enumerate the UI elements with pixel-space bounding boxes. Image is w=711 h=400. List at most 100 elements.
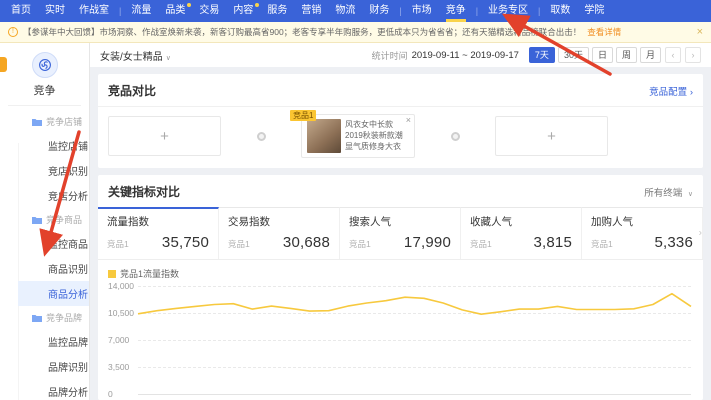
add-product-slot[interactable]: + (108, 116, 221, 156)
nav-item-学院[interactable]: 学院 (577, 0, 611, 22)
range-button-日[interactable]: 日 (591, 47, 613, 63)
stat-time-label: 统计时间 (371, 50, 408, 61)
range-button-月[interactable]: 月 (639, 47, 661, 63)
plus-icon: + (547, 127, 556, 145)
nav-item-服务[interactable]: 服务 (260, 0, 294, 22)
metric-value: 35,750 (161, 234, 209, 251)
nav-item-市场[interactable]: 市场 (405, 0, 439, 22)
category-label: 女装/女士精品 (100, 51, 163, 63)
nav-divider: | (538, 6, 541, 16)
nav-item-流量[interactable]: 流量 (124, 0, 158, 22)
metric-sub-label: 竞品1 (228, 239, 250, 249)
sidebar-item-商品识别[interactable]: 商品识别 (18, 256, 89, 281)
legend-swatch (108, 269, 116, 278)
sidebar-menu: 竞争店铺 监控店铺 竞店识别 竞店分析 竞争商品 监控商品 商品识别 商品分析 竞争品牌 监控品牌… (0, 106, 89, 400)
product-thumbnail (307, 119, 341, 153)
series-竞品1流量指数 (137, 292, 692, 316)
metrics-title: 关键指标对比 (108, 185, 181, 199)
nav-divider: | (475, 6, 479, 16)
nav-divider: | (399, 6, 402, 16)
metric-value: 17,990 (403, 234, 451, 251)
metric-value: 3,815 (533, 234, 572, 251)
next-page-button[interactable]: › (685, 47, 701, 63)
y-axis-label: 7,000 (108, 335, 130, 345)
competition-module-icon (31, 52, 58, 78)
nav-item-品类[interactable]: 品类 (158, 0, 192, 22)
nav-item-取数[interactable]: 取数 (543, 0, 577, 22)
sidebar-title: 竞争 (33, 85, 56, 97)
chevron-right-icon: › (689, 86, 693, 98)
metrics-card: 关键指标对比 所有终端 ∨ 流量指数竞品1 35,750 交易指数 竞品1 30,688… (98, 175, 703, 400)
sidebar-header: 竞争 (0, 43, 89, 106)
folder-icon (32, 118, 42, 126)
metric-sub-label: 竞品1 (349, 239, 371, 249)
compare-header: 竞品对比 竞品配置 › (98, 74, 703, 107)
compare-config-link[interactable]: 竞品配置 › (649, 84, 693, 98)
sidebar-item-监控商品[interactable]: 监控商品 (18, 231, 89, 256)
content: 竞品对比 竞品配置 › + 竞品1 风衣女中长款2019秋装新款潮显气质修身大衣… (90, 67, 711, 400)
metric-line: 竞品1 5,336 (591, 234, 693, 251)
metric-card-搜索人气[interactable]: 搜索人气竞品1 17,990 (340, 207, 461, 259)
nav-item-营销[interactable]: 营销 (294, 0, 328, 22)
app-root: 首页 实时 作战室 | 流量 品类 交易 内容 服务 营销 物流 财务 | 市场 竞争 | 业务专区 | 取数 学院 … (0, 0, 711, 400)
metric-card-加购人气[interactable]: 加购人气 竞品1 5,336 (582, 207, 703, 259)
sidebar-item-品牌识别[interactable]: 品牌识别 (18, 354, 89, 379)
sidebar-group-竞争店铺: 竞争店铺 (0, 110, 89, 133)
metric-sub-label: 竞品1 (107, 239, 129, 249)
sidebar-group-label: 竞争品牌 (46, 313, 83, 323)
nav-item-实时[interactable]: 实时 (38, 0, 72, 22)
badge-dot (255, 3, 260, 7)
nav-item-竞争[interactable]: 竞争 (439, 0, 473, 22)
range-button-30天[interactable]: 30天 (557, 47, 589, 63)
pinwheel-icon (38, 59, 51, 71)
nav-divider: | (119, 6, 122, 16)
range-button-7天[interactable]: 7天 (528, 47, 555, 63)
nav-item-首页[interactable]: 首页 (4, 0, 38, 22)
range-button-周[interactable]: 周 (615, 47, 637, 63)
sidebar-item-监控店铺[interactable]: 监控店铺 (18, 133, 89, 158)
nav-item-业务专区[interactable]: 业务专区 (481, 0, 535, 22)
nav-item-作战室[interactable]: 作战室 (72, 0, 116, 22)
sidebar-item-监控品牌[interactable]: 监控品牌 (18, 329, 89, 354)
toolbar-right: 统计时间 2019-09-11 ~ 2019-09-17 7天 30天日周月 ‹ … (372, 47, 701, 63)
floating-tab[interactable] (0, 57, 7, 72)
close-icon[interactable]: × (689, 26, 703, 38)
product-title: 风衣女中长款2019秋装新款潮显气质修身大衣显瘦潮风chic… (345, 120, 403, 152)
sidebar-group-label: 竞争店铺 (46, 117, 83, 127)
sidebar-item-品牌分析[interactable]: 品牌分析 (18, 379, 89, 400)
metric-card-交易指数[interactable]: 交易指数 竞品1 30,688 (219, 207, 340, 259)
sidebar-item-竞店分析[interactable]: 竞店分析 (18, 183, 89, 208)
nav-item-物流[interactable]: 物流 (328, 0, 362, 22)
close-icon[interactable]: × (406, 115, 411, 125)
metric-card-收藏人气[interactable]: 收藏人气竞品1 3,815 (461, 207, 582, 259)
metrics-next-icon[interactable]: › (699, 228, 702, 239)
notice-detail-link[interactable]: 查看详情 (587, 26, 621, 38)
metric-name: 流量指数 (107, 216, 149, 228)
prev-page-button[interactable]: ‹ (665, 47, 681, 63)
vs-icon (450, 131, 460, 141)
terminal-filter-label: 所有终端 (644, 187, 683, 199)
body: 竞争 竞争店铺 监控店铺 竞店识别 竞店分析 竞争商品 监控商品 商品识别 商品分析 竞争品牌监… (0, 43, 711, 400)
folder-icon (32, 216, 42, 224)
info-icon: ! (8, 27, 18, 37)
metric-name: 搜索人气 (349, 216, 391, 228)
main: 女装/女士精品 ∨ 统计时间 2019-09-11 ~ 2019-09-17 7天… (90, 43, 711, 400)
compare-card: 竞品对比 竞品配置 › + 竞品1 风衣女中长款2019秋装新款潮显气质修身大衣… (98, 74, 703, 168)
product-card[interactable]: 竞品1 风衣女中长款2019秋装新款潮显气质修身大衣显瘦潮风chic… × (290, 110, 415, 158)
notice-text: 【参谋年中大回馈】市场洞察、作战室焕新来袭，新客订购最高省900；老客专享半年购… (23, 27, 582, 37)
terminal-filter[interactable]: 所有终端 ∨ (644, 185, 693, 199)
range-buttons: 7天 30天日周月 (528, 47, 661, 63)
nav-item-财务[interactable]: 财务 (362, 0, 396, 22)
sidebar-item-竞店识别[interactable]: 竞店识别 (18, 158, 89, 183)
metric-line: 竞品1 35,750 (107, 234, 209, 251)
metric-name: 收藏人气 (470, 216, 512, 228)
chevron-down-icon: ∨ (687, 190, 693, 198)
y-axis-label: 14,000 (108, 281, 134, 291)
nav-item-内容[interactable]: 内容 (226, 0, 260, 22)
sidebar-item-商品分析[interactable]: 商品分析 (18, 281, 89, 306)
nav-item-交易[interactable]: 交易 (192, 0, 226, 22)
metric-sub-label: 竞品1 (470, 239, 492, 249)
category-selector[interactable]: 女装/女士精品 ∨ (100, 48, 171, 63)
add-product-slot[interactable]: + (495, 116, 608, 156)
metric-card-流量指数[interactable]: 流量指数竞品1 35,750 (98, 207, 219, 259)
